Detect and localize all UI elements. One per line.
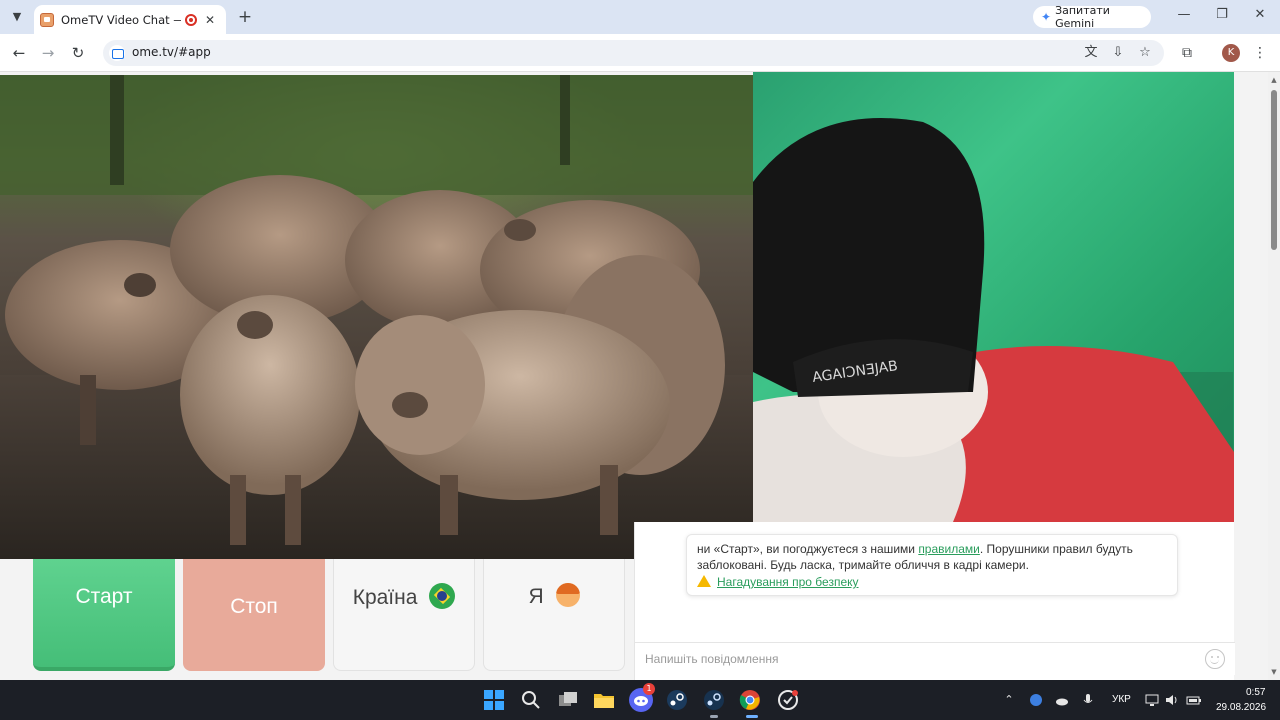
chrome-active-indicator [746,715,758,718]
steam-app-icon[interactable] [702,688,726,712]
keyboard-language[interactable]: УКР [1112,694,1131,705]
search-icon[interactable] [519,688,543,712]
battery-icon[interactable] [1186,692,1202,708]
network-icon[interactable] [1144,692,1160,708]
steam-icon[interactable] [665,688,689,712]
restore-window-button[interactable]: ❐ [1212,7,1232,22]
scroll-up-arrow-icon[interactable]: ▲ [1270,76,1278,84]
stop-button[interactable]: Стоп [183,559,325,671]
chat-panel: ни «Старт», ви погоджуєтеся з нашими пра… [634,522,1235,680]
self-camera-video: AGAIƆNƎJAB [753,72,1234,522]
warning-icon [697,575,711,587]
wild-boars-image [0,75,753,559]
country-filter-button[interactable]: Країна [333,559,475,671]
extensions-icon[interactable]: ⧉ [1177,43,1197,63]
brazil-flag-icon [429,583,456,609]
active-tab[interactable]: OmeTV Video Chat — OmeTV ✕ [34,5,226,34]
clock-date[interactable]: 29.08.2026 [1216,702,1266,713]
site-camera-icon[interactable] [109,45,125,61]
gemini-sparkle-icon: ✦ [1041,10,1052,24]
discord-badge: 1 [643,683,655,695]
rules-link[interactable]: правилами [918,542,980,556]
file-explorer-icon[interactable] [592,688,616,712]
browser-toolbar: ← → ↻ ome.tv/#app 文 ⇩ ☆ ⧉ K ⋮ [0,34,1280,72]
tab-title: OmeTV Video Chat — OmeTV [61,12,181,27]
ask-gemini-button[interactable]: ✦ Запитати Gemini [1033,4,1151,30]
control-buttons: Старт Стоп Країна Я [0,559,634,680]
message-input[interactable]: Напишіть повідомлення [635,642,1235,675]
chrome-icon[interactable] [738,688,762,712]
translate-icon[interactable]: 文 [1082,44,1100,62]
volume-icon[interactable] [1164,692,1180,708]
safety-reminder-link[interactable]: Нагадування про безпеку [717,575,859,589]
reload-icon[interactable]: ↻ [68,43,88,63]
tray-app-icon[interactable] [1028,692,1044,708]
minimize-window-button[interactable]: — [1174,7,1194,22]
tab-search-chevron-icon[interactable]: ▼ [8,8,26,26]
back-arrow-icon[interactable]: ← [9,43,29,63]
stop-label: Стоп [230,595,278,618]
page-scrollbar[interactable]: ▲ ▼ [1268,72,1280,680]
profile-avatar[interactable]: K [1222,44,1240,62]
scroll-down-arrow-icon[interactable]: ▼ [1270,668,1278,676]
windows-taskbar: 1 ⌃ УКР 0:57 29.08.2026 [0,680,1280,720]
browser-tab-strip: ▼ OmeTV Video Chat — OmeTV ✕ + ✦ Запитат… [0,0,1280,34]
me-label: Я [528,585,544,608]
recording-indicator-icon [185,13,197,26]
close-window-button[interactable]: ✕ [1250,7,1270,22]
message-placeholder: Напишіть повідомлення [645,652,779,666]
boy-emoji-icon [555,583,580,607]
discord-icon[interactable]: 1 [629,683,655,712]
ometv-app: AGAIƆNƎJAB ▬▬▬ Старт Стоп Країна Я ни «С… [0,72,1268,680]
address-bar[interactable]: ome.tv/#app 文 ⇩ ☆ [103,40,1164,66]
forward-arrow-icon[interactable]: → [38,43,58,63]
steam-running-indicator [710,715,718,718]
gemini-label: Запитати Gemini [1055,4,1110,30]
rules-notice: ни «Старт», ви погоджуєтеся з нашими пра… [686,534,1178,596]
bookmark-star-icon[interactable]: ☆ [1136,44,1154,62]
country-label: Країна [352,586,418,609]
emoji-picker-icon[interactable] [1205,649,1225,669]
my-gender-button[interactable]: Я [483,559,625,671]
tab-close-icon[interactable]: ✕ [205,13,215,27]
browser-menu-icon[interactable]: ⋮ [1250,43,1270,63]
stranger-video [0,75,753,559]
task-view-icon[interactable] [556,688,580,712]
microphone-icon[interactable] [1080,692,1096,708]
clock-time[interactable]: 0:57 [1246,687,1265,698]
notice-prefix: ни «Старт», ви погоджуєтеся з нашими [697,542,919,556]
windows-start-icon[interactable] [482,688,506,712]
install-app-icon[interactable]: ⇩ [1109,44,1127,62]
start-button[interactable]: Старт [33,559,175,671]
tray-overflow-chevron-icon[interactable]: ⌃ [1001,692,1017,708]
start-label: Старт [75,585,133,608]
url-text[interactable]: ome.tv/#app [132,45,211,59]
new-tab-button[interactable]: + [236,7,254,27]
ometv-favicon-icon [40,12,54,27]
self-camera-image: AGAIƆNƎJAB [753,118,1234,522]
onedrive-icon[interactable] [1054,692,1070,708]
extra-app-icon[interactable] [776,688,800,712]
scrollbar-thumb[interactable] [1271,90,1277,250]
